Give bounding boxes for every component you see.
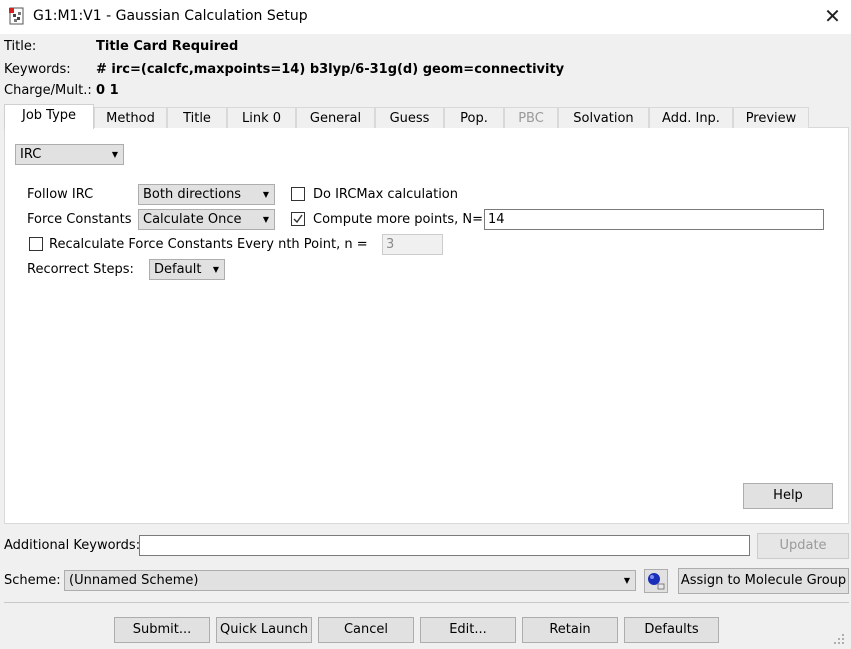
job-type-select-value: IRC — [20, 147, 42, 162]
submit-button[interactable]: Submit... — [114, 617, 210, 643]
divider — [4, 602, 849, 603]
scheme-select-value: (Unnamed Scheme) — [69, 573, 199, 588]
recorrect-steps-label: Recorrect Steps: — [27, 262, 134, 277]
molecule-group-button[interactable] — [644, 569, 668, 593]
molecule-icon — [648, 573, 665, 590]
force-constants-select[interactable]: Calculate Once ▼ — [138, 209, 275, 230]
charge-mult-value: 0 1 — [96, 83, 119, 98]
checkmark-icon — [293, 214, 303, 224]
resize-grip-icon[interactable] — [833, 633, 845, 645]
additional-keywords-input[interactable] — [139, 535, 750, 556]
tab-preview[interactable]: Preview — [733, 107, 809, 128]
tab-pbc: PBC — [504, 107, 558, 128]
tab-method[interactable]: Method — [94, 107, 167, 128]
chevron-down-icon: ▼ — [262, 215, 269, 224]
force-constants-select-value: Calculate Once — [143, 212, 242, 227]
compute-more-points-checkbox[interactable] — [291, 212, 305, 226]
chevron-down-icon: ▼ — [262, 190, 269, 199]
chevron-down-icon: ▼ — [212, 265, 219, 274]
window-title: G1:M1:V1 - Gaussian Calculation Setup — [33, 8, 308, 24]
charge-mult-label: Charge/Mult.: — [4, 83, 92, 98]
chevron-down-icon: ▼ — [111, 150, 118, 159]
recorrect-steps-select[interactable]: Default ▼ — [149, 259, 225, 280]
job-type-select[interactable]: IRC ▼ — [15, 144, 124, 165]
compute-more-points-label: Compute more points, N= — [313, 212, 484, 227]
keywords-value: # irc=(calcfc,maxpoints=14) b3lyp/6-31g(… — [96, 62, 565, 77]
force-constants-label: Force Constants — [27, 212, 132, 227]
follow-irc-select-value: Both directions — [143, 187, 242, 202]
recalculate-fc-label: Recalculate Force Constants Every nth Po… — [49, 237, 368, 252]
do-ircmax-label: Do IRCMax calculation — [313, 187, 458, 202]
follow-irc-label: Follow IRC — [27, 187, 94, 202]
gaussview-app-icon — [9, 7, 24, 25]
tab-solvation[interactable]: Solvation — [558, 107, 649, 128]
update-button: Update — [757, 533, 849, 559]
keywords-label: Keywords: — [4, 62, 71, 77]
tab-title[interactable]: Title — [167, 107, 227, 128]
retain-button[interactable]: Retain — [522, 617, 618, 643]
cancel-button[interactable]: Cancel — [318, 617, 414, 643]
assign-to-molecule-group-button[interactable]: Assign to Molecule Group — [678, 568, 849, 594]
help-button[interactable]: Help — [743, 483, 833, 509]
close-button[interactable]: ✕ — [814, 0, 851, 32]
edit-button[interactable]: Edit... — [420, 617, 516, 643]
tab-link0[interactable]: Link 0 — [227, 107, 296, 128]
recorrect-steps-select-value: Default — [154, 262, 202, 277]
title-label: Title: — [4, 39, 37, 54]
chevron-down-icon: ▼ — [623, 576, 630, 585]
compute-more-points-input[interactable]: 14 — [484, 209, 824, 230]
additional-keywords-label: Additional Keywords: — [4, 538, 141, 553]
recalculate-fc-checkbox[interactable] — [29, 237, 43, 251]
tab-job-type[interactable]: Job Type — [4, 104, 94, 129]
tab-guess[interactable]: Guess — [375, 107, 444, 128]
recalculate-fc-input: 3 — [382, 234, 443, 255]
do-ircmax-checkbox[interactable] — [291, 187, 305, 201]
title-value: Title Card Required — [96, 39, 239, 54]
quick-launch-button[interactable]: Quick Launch — [216, 617, 312, 643]
defaults-button[interactable]: Defaults — [624, 617, 719, 643]
tab-add-inp[interactable]: Add. Inp. — [649, 107, 733, 128]
scheme-select[interactable]: (Unnamed Scheme) ▼ — [64, 570, 636, 591]
tab-pop[interactable]: Pop. — [444, 107, 504, 128]
scheme-label: Scheme: — [4, 573, 61, 588]
close-icon: ✕ — [824, 4, 841, 28]
tab-general[interactable]: General — [296, 107, 375, 128]
follow-irc-select[interactable]: Both directions ▼ — [138, 184, 275, 205]
